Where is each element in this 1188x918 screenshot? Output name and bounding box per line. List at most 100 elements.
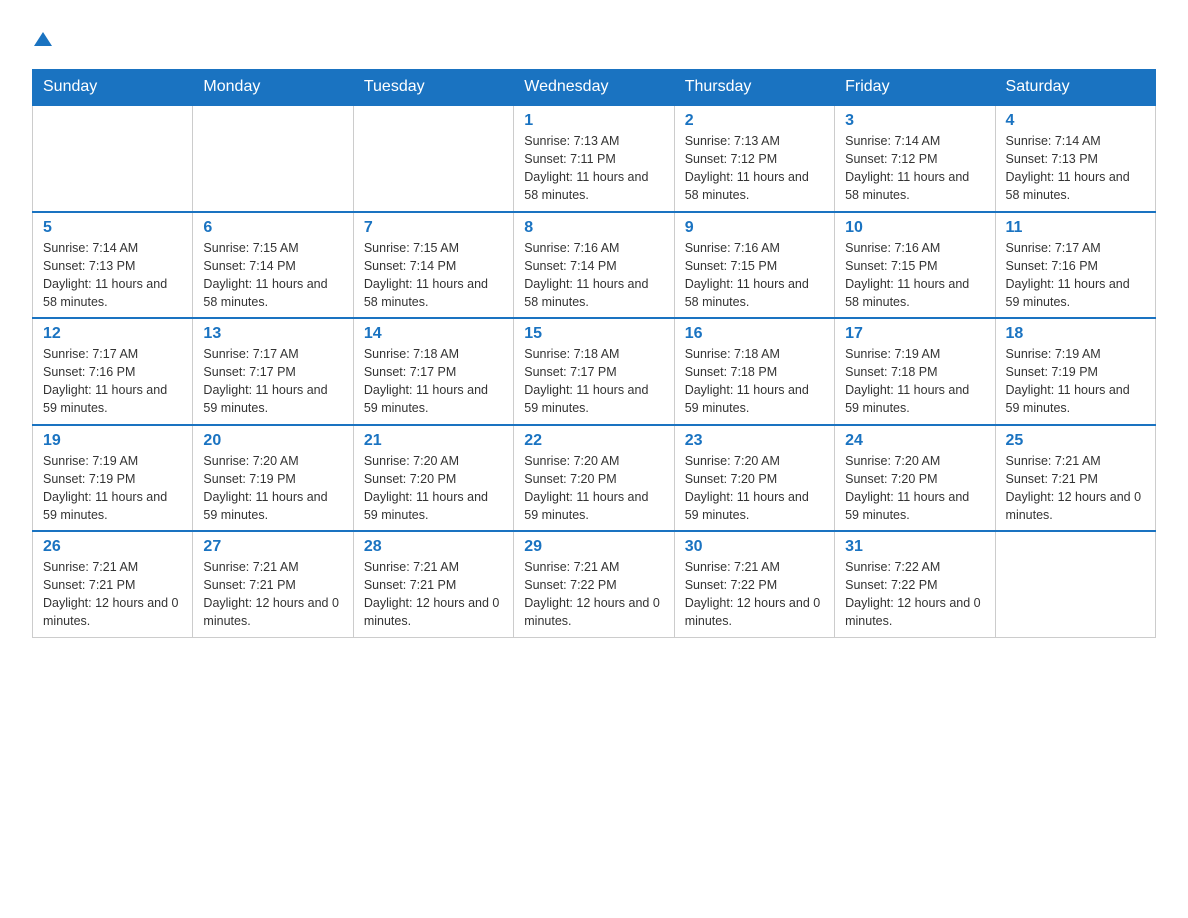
week-row-2: 5 Sunrise: 7:14 AM Sunset: 7:13 PM Daylig… (33, 212, 1156, 319)
day-number: 14 (364, 325, 503, 343)
day-number: 3 (845, 112, 984, 130)
day-info: Sunrise: 7:19 AM Sunset: 7:19 PM Dayligh… (1006, 345, 1145, 418)
day-info: Sunrise: 7:14 AM Sunset: 7:13 PM Dayligh… (1006, 132, 1145, 205)
week-row-1: 1 Sunrise: 7:13 AM Sunset: 7:11 PM Daylig… (33, 105, 1156, 212)
weekday-header-monday: Monday (193, 70, 353, 106)
day-info: Sunrise: 7:14 AM Sunset: 7:13 PM Dayligh… (43, 239, 182, 312)
day-cell-2-2: 6 Sunrise: 7:15 AM Sunset: 7:14 PM Daylig… (193, 212, 353, 319)
day-cell-4-4: 22Sunrise: 7:20 AM Sunset: 7:20 PM Dayli… (514, 425, 674, 532)
day-cell-4-6: 24 Sunrise: 7:20 AM Sunset: 7:20 PM Dayli… (835, 425, 995, 532)
day-cell-1-7: 4 Sunrise: 7:14 AM Sunset: 7:13 PM Daylig… (995, 105, 1155, 212)
day-info: Sunrise: 7:21 AM Sunset: 7:21 PM Dayligh… (43, 558, 182, 631)
day-cell-1-5: 2 Sunrise: 7:13 AM Sunset: 7:12 PM Daylig… (674, 105, 834, 212)
day-info: Sunrise: 7:21 AM Sunset: 7:22 PM Dayligh… (685, 558, 824, 631)
day-number: 13 (203, 325, 342, 343)
day-info: Sunrise: 7:21 AM Sunset: 7:21 PM Dayligh… (203, 558, 342, 631)
day-number: 26 (43, 538, 182, 556)
day-number: 23 (685, 432, 824, 450)
day-cell-4-1: 19 Sunrise: 7:19 AM Sunset: 7:19 PM Dayli… (33, 425, 193, 532)
day-info: Sunrise: 7:15 AM Sunset: 7:14 PM Dayligh… (203, 239, 342, 312)
day-number: 8 (524, 219, 663, 237)
day-cell-2-5: 9 Sunrise: 7:16 AM Sunset: 7:15 PM Daylig… (674, 212, 834, 319)
day-number: 2 (685, 112, 824, 130)
weekday-header-thursday: Thursday (674, 70, 834, 106)
weekday-header-sunday: Sunday (33, 70, 193, 106)
day-cell-3-4: 15Sunrise: 7:18 AM Sunset: 7:17 PM Dayli… (514, 318, 674, 425)
day-info: Sunrise: 7:19 AM Sunset: 7:18 PM Dayligh… (845, 345, 984, 418)
day-info: Sunrise: 7:18 AM Sunset: 7:18 PM Dayligh… (685, 345, 824, 418)
day-info: Sunrise: 7:22 AM Sunset: 7:22 PM Dayligh… (845, 558, 984, 631)
day-cell-5-2: 27 Sunrise: 7:21 AM Sunset: 7:21 PM Dayli… (193, 531, 353, 637)
day-cell-2-7: 11Sunrise: 7:17 AM Sunset: 7:16 PM Dayli… (995, 212, 1155, 319)
week-row-4: 19 Sunrise: 7:19 AM Sunset: 7:19 PM Dayli… (33, 425, 1156, 532)
day-info: Sunrise: 7:21 AM Sunset: 7:21 PM Dayligh… (1006, 452, 1145, 525)
day-info: Sunrise: 7:18 AM Sunset: 7:17 PM Dayligh… (364, 345, 503, 418)
day-number: 10 (845, 219, 984, 237)
day-info: Sunrise: 7:20 AM Sunset: 7:20 PM Dayligh… (524, 452, 663, 525)
day-number: 5 (43, 219, 182, 237)
day-number: 1 (524, 112, 663, 130)
day-info: Sunrise: 7:21 AM Sunset: 7:21 PM Dayligh… (364, 558, 503, 631)
day-cell-4-5: 23Sunrise: 7:20 AM Sunset: 7:20 PM Dayli… (674, 425, 834, 532)
day-info: Sunrise: 7:17 AM Sunset: 7:16 PM Dayligh… (1006, 239, 1145, 312)
day-info: Sunrise: 7:20 AM Sunset: 7:20 PM Dayligh… (845, 452, 984, 525)
day-info: Sunrise: 7:17 AM Sunset: 7:17 PM Dayligh… (203, 345, 342, 418)
day-info: Sunrise: 7:20 AM Sunset: 7:20 PM Dayligh… (364, 452, 503, 525)
day-info: Sunrise: 7:16 AM Sunset: 7:14 PM Dayligh… (524, 239, 663, 312)
day-cell-2-1: 5 Sunrise: 7:14 AM Sunset: 7:13 PM Daylig… (33, 212, 193, 319)
day-info: Sunrise: 7:20 AM Sunset: 7:19 PM Dayligh… (203, 452, 342, 525)
day-cell-1-1 (33, 105, 193, 212)
day-cell-3-5: 16 Sunrise: 7:18 AM Sunset: 7:18 PM Dayli… (674, 318, 834, 425)
day-cell-5-3: 28 Sunrise: 7:21 AM Sunset: 7:21 PM Dayli… (353, 531, 513, 637)
day-cell-5-1: 26 Sunrise: 7:21 AM Sunset: 7:21 PM Dayli… (33, 531, 193, 637)
day-info: Sunrise: 7:16 AM Sunset: 7:15 PM Dayligh… (845, 239, 984, 312)
day-number: 9 (685, 219, 824, 237)
day-info: Sunrise: 7:13 AM Sunset: 7:12 PM Dayligh… (685, 132, 824, 205)
day-number: 28 (364, 538, 503, 556)
day-number: 7 (364, 219, 503, 237)
day-number: 25 (1006, 432, 1145, 450)
day-number: 29 (524, 538, 663, 556)
day-number: 6 (203, 219, 342, 237)
day-cell-3-3: 14 Sunrise: 7:18 AM Sunset: 7:17 PM Dayli… (353, 318, 513, 425)
day-cell-3-6: 17Sunrise: 7:19 AM Sunset: 7:18 PM Dayli… (835, 318, 995, 425)
calendar-table: SundayMondayTuesdayWednesdayThursdayFrid… (32, 69, 1156, 638)
day-info: Sunrise: 7:21 AM Sunset: 7:22 PM Dayligh… (524, 558, 663, 631)
day-number: 19 (43, 432, 182, 450)
weekday-header-wednesday: Wednesday (514, 70, 674, 106)
day-cell-5-4: 29 Sunrise: 7:21 AM Sunset: 7:22 PM Dayli… (514, 531, 674, 637)
day-cell-5-6: 31 Sunrise: 7:22 AM Sunset: 7:22 PM Dayli… (835, 531, 995, 637)
day-cell-5-5: 30Sunrise: 7:21 AM Sunset: 7:22 PM Dayli… (674, 531, 834, 637)
day-info: Sunrise: 7:15 AM Sunset: 7:14 PM Dayligh… (364, 239, 503, 312)
day-number: 31 (845, 538, 984, 556)
weekday-header-tuesday: Tuesday (353, 70, 513, 106)
page-header (32, 24, 1156, 57)
day-info: Sunrise: 7:14 AM Sunset: 7:12 PM Dayligh… (845, 132, 984, 205)
day-info: Sunrise: 7:18 AM Sunset: 7:17 PM Dayligh… (524, 345, 663, 418)
day-cell-1-4: 1 Sunrise: 7:13 AM Sunset: 7:11 PM Daylig… (514, 105, 674, 212)
day-cell-2-4: 8 Sunrise: 7:16 AM Sunset: 7:14 PM Daylig… (514, 212, 674, 319)
week-row-5: 26 Sunrise: 7:21 AM Sunset: 7:21 PM Dayli… (33, 531, 1156, 637)
day-cell-3-2: 13 Sunrise: 7:17 AM Sunset: 7:17 PM Dayli… (193, 318, 353, 425)
day-cell-4-2: 20 Sunrise: 7:20 AM Sunset: 7:19 PM Dayli… (193, 425, 353, 532)
day-cell-1-3 (353, 105, 513, 212)
day-number: 21 (364, 432, 503, 450)
day-cell-2-6: 10 Sunrise: 7:16 AM Sunset: 7:15 PM Dayli… (835, 212, 995, 319)
day-info: Sunrise: 7:16 AM Sunset: 7:15 PM Dayligh… (685, 239, 824, 312)
week-row-3: 12 Sunrise: 7:17 AM Sunset: 7:16 PM Dayli… (33, 318, 1156, 425)
day-number: 16 (685, 325, 824, 343)
day-info: Sunrise: 7:13 AM Sunset: 7:11 PM Dayligh… (524, 132, 663, 205)
logo (32, 28, 52, 57)
day-number: 20 (203, 432, 342, 450)
day-number: 24 (845, 432, 984, 450)
day-number: 27 (203, 538, 342, 556)
day-cell-2-3: 7 Sunrise: 7:15 AM Sunset: 7:14 PM Daylig… (353, 212, 513, 319)
day-cell-1-2 (193, 105, 353, 212)
day-number: 12 (43, 325, 182, 343)
day-number: 18 (1006, 325, 1145, 343)
day-info: Sunrise: 7:17 AM Sunset: 7:16 PM Dayligh… (43, 345, 182, 418)
day-number: 4 (1006, 112, 1145, 130)
logo-triangle-icon (34, 28, 52, 46)
day-info: Sunrise: 7:19 AM Sunset: 7:19 PM Dayligh… (43, 452, 182, 525)
day-cell-5-7 (995, 531, 1155, 637)
